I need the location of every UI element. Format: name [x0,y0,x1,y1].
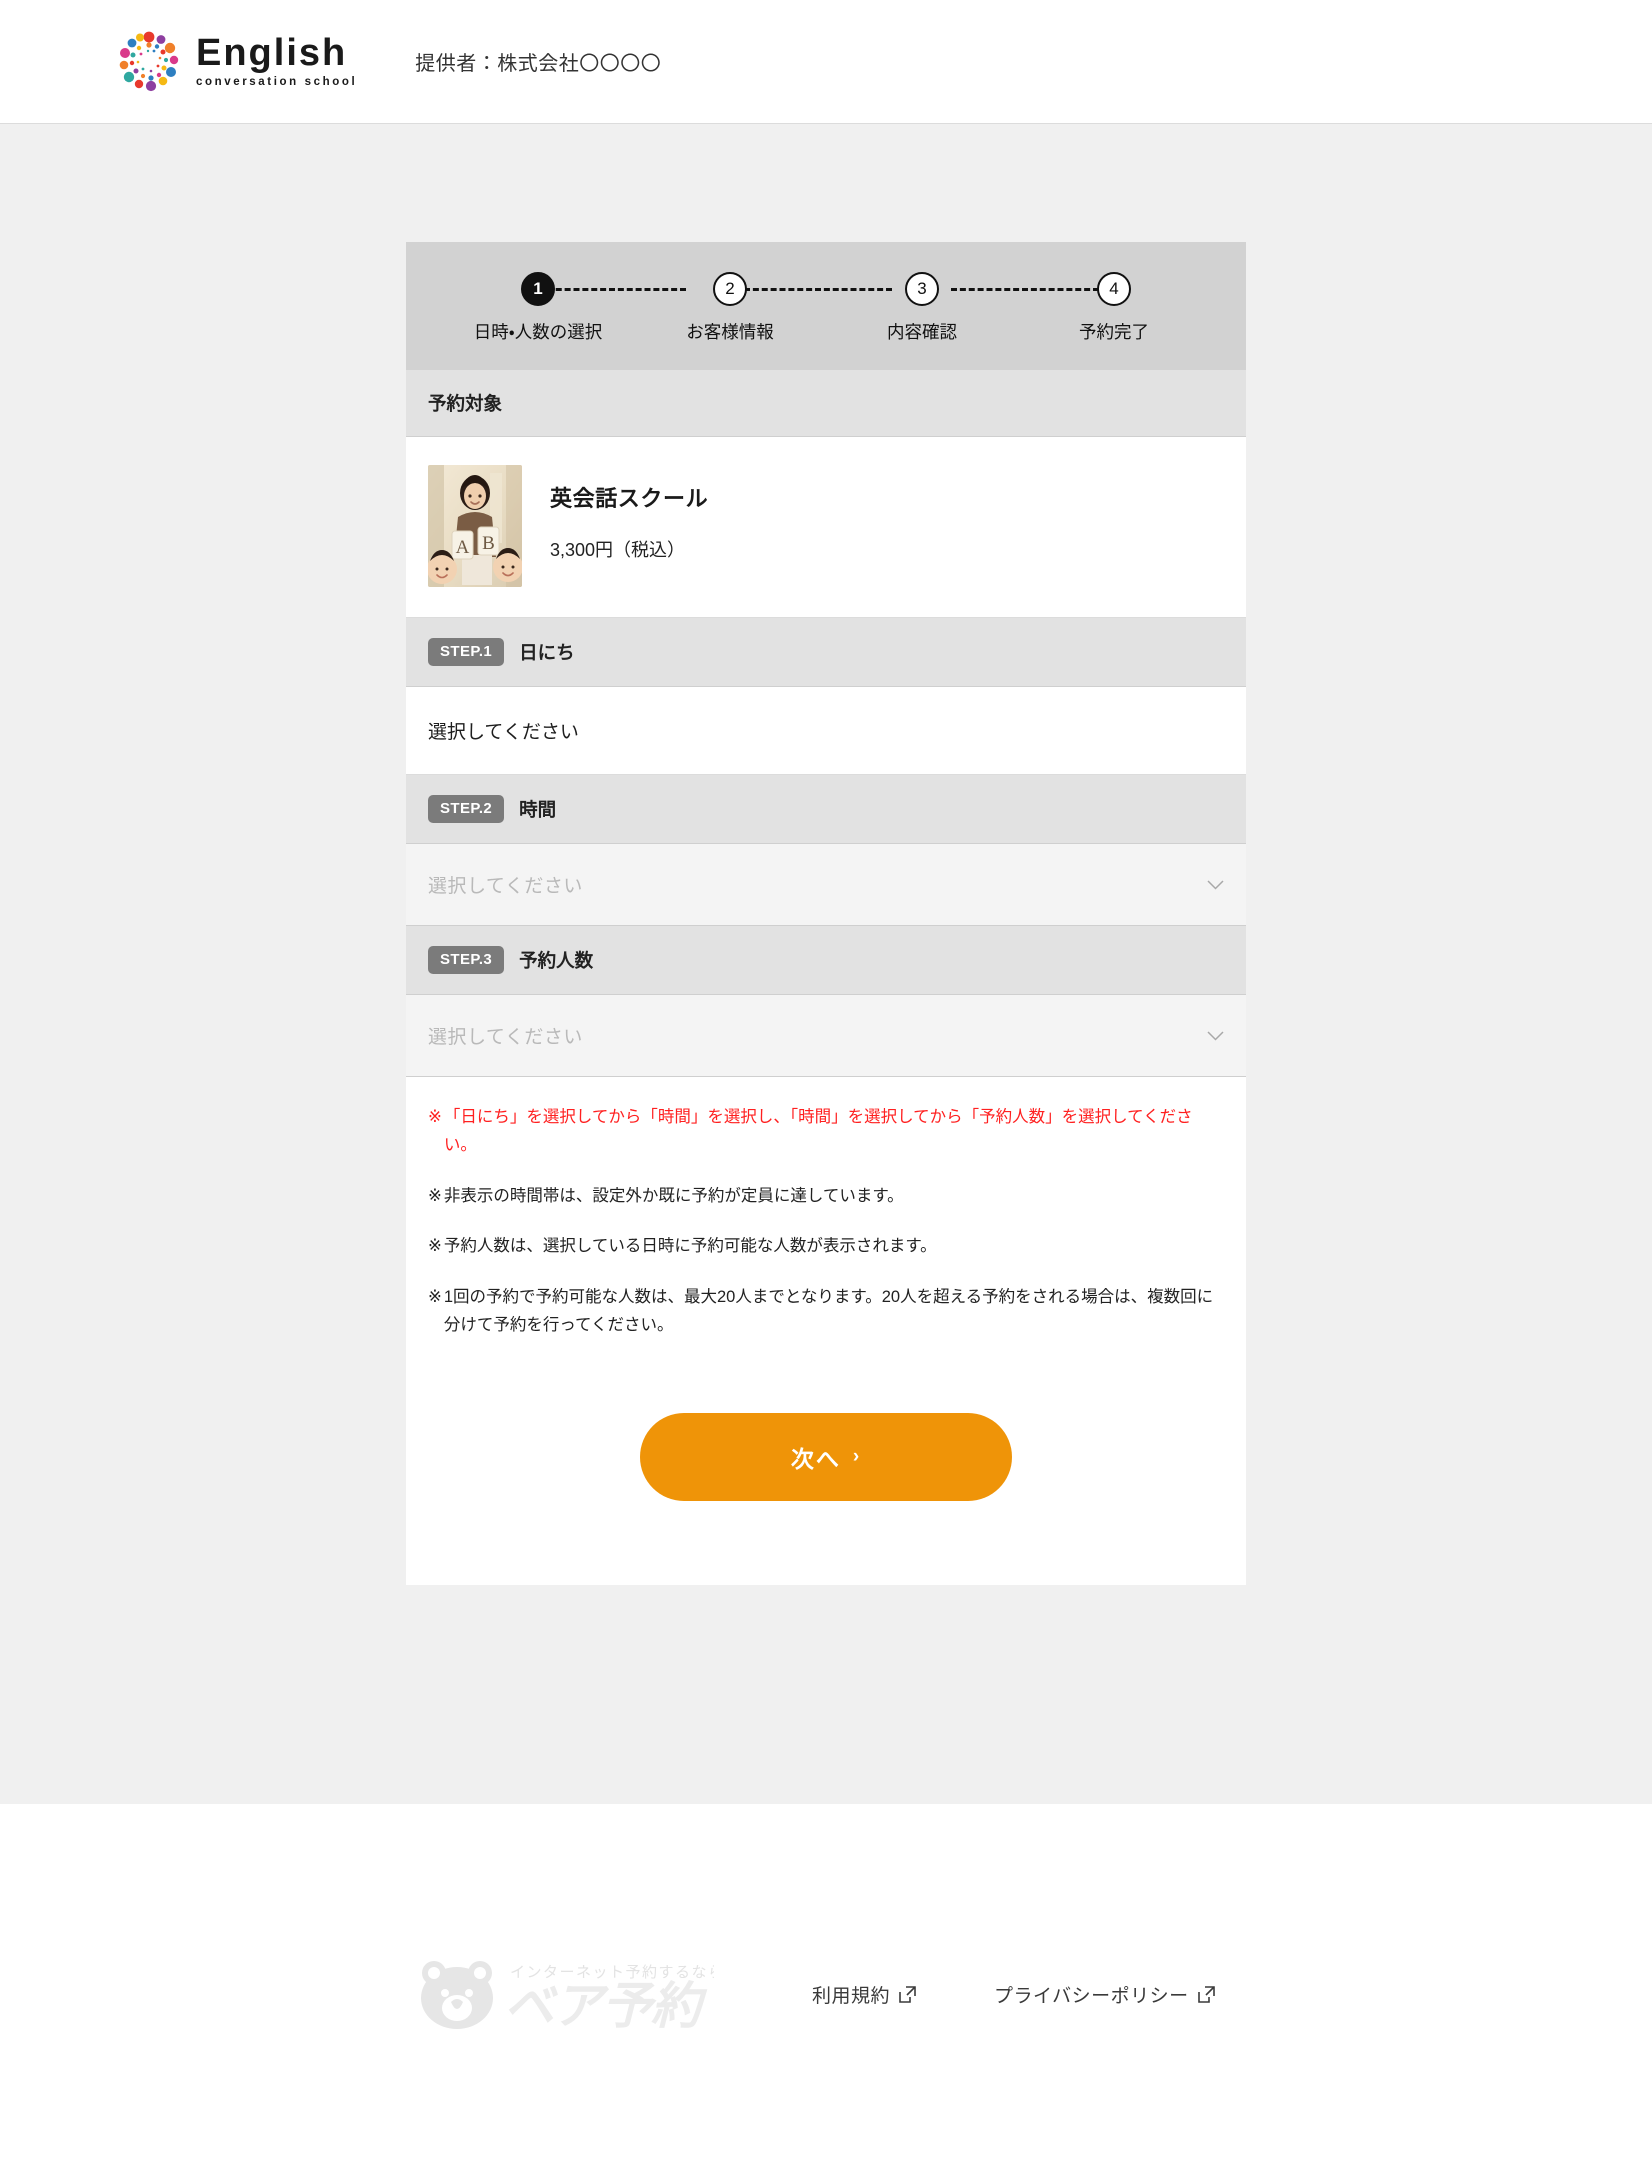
product-thumbnail: A B [428,465,522,587]
svg-text:ベア予約: ベア予約 [504,1978,708,2034]
section-title-date: 日にち [519,642,575,663]
product-name: 英会話スクール [550,486,709,511]
reservation-card: 1 日時・人数の選択 2 お客様情報 3 内容確認 4 予約完了 予約対象 A … [406,242,1246,1586]
next-button-label: 次へ [790,1446,841,1473]
footer-link-privacy-label: プライバシーポリシー [994,1985,1189,2007]
page-body: 1 日時・人数の選択 2 お客様情報 3 内容確認 4 予約完了 予約対象 A … [0,124,1652,1804]
bear-yoyaku-logo[interactable]: インターネット予約するなら ベア予約 [414,1953,714,2035]
brand-name: English [196,32,348,75]
site-header: English conversation school 提供者：株式会社〇〇〇〇 [0,0,1652,124]
stepper-step-2-number: 2 [713,272,747,306]
note-text: 予約人数は、選択している日時に予約可能な人数が表示されます。 [443,1237,937,1256]
time-select-placeholder: 選択してください [428,876,583,897]
svg-text:A: A [456,537,470,558]
stepper-step-1-number: 1 [521,272,555,306]
section-header-time: STEP.2 時間 [406,775,1246,844]
note-item: ※ 非表示の時間帯は、設定外か既に予約が定員に達しています。 [428,1182,1224,1210]
notes-list: ※ 「日にち」を選択してから「時間」を選択し、「時間」を選択してから「予約人数」… [406,1077,1246,1372]
cta-area: 次へ › [406,1371,1246,1586]
chevron-down-icon [1207,1030,1224,1041]
next-button[interactable]: 次へ › [640,1413,1012,1502]
footer-link-terms[interactable]: 利用規約 [812,1981,916,2008]
step-badge-2: STEP.2 [428,795,505,823]
brand-tagline: conversation school [196,76,358,89]
external-link-icon [1197,1985,1215,2003]
brand-logo[interactable]: English conversation school [118,31,357,93]
note-mark: ※ [428,1108,442,1126]
provider-text: 提供者：株式会社〇〇〇〇 [415,53,662,75]
external-link-icon [899,1985,916,2003]
people-select-placeholder: 選択してください [428,1027,583,1048]
progress-stepper: 1 日時・人数の選択 2 お客様情報 3 内容確認 4 予約完了 [406,242,1246,370]
stepper-step-4-number: 4 [1097,272,1131,306]
note-text: 非表示の時間帯は、設定外か既に予約が定員に達しています。 [443,1186,904,1205]
step-badge-1: STEP.1 [428,638,505,666]
site-footer: インターネット予約するなら ベア予約 利用規約 プライバシーポリシー [0,1804,1652,2184]
svg-text:B: B [482,533,495,554]
stepper-step-3-number: 3 [905,272,939,306]
date-field-value: 選択してください [428,722,579,743]
stepper-step-1: 1 日時・人数の選択 [464,272,612,344]
date-field[interactable]: 選択してください [406,687,1246,775]
stepper-step-1-label: 日時・人数の選択 [473,322,603,342]
footer-link-privacy[interactable]: プライバシーポリシー [994,1981,1215,2008]
note-item: ※ 予約人数は、選択している日時に予約可能な人数が表示されます。 [428,1232,1224,1260]
chevron-right-icon: › [852,1446,862,1468]
product-price: 3,300円（税込） [550,540,686,560]
section-header-people: STEP.3 予約人数 [406,926,1246,995]
note-mark: ※ [428,1186,442,1205]
stepper-step-2-label: お客様情報 [686,322,774,342]
step-badge-3: STEP.3 [428,946,505,974]
footer-link-terms-label: 利用規約 [812,1985,891,2007]
note-text: 「日にち」を選択してから「時間」を選択し、「時間」を選択してから「予約人数」を選… [443,1108,1193,1155]
note-mark: ※ [428,1287,442,1306]
stepper-step-2: 2 お客様情報 [656,272,804,344]
time-select[interactable]: 選択してください [406,844,1246,926]
english-circle-dots-icon [118,31,180,93]
stepper-step-3-label: 内容確認 [887,322,957,342]
stepper-step-4-label: 予約完了 [1079,322,1149,342]
section-header-reservation-target: 予約対象 [406,370,1246,437]
section-header-date: STEP.1 日にち [406,618,1246,687]
product-row: A B 英会話スクール 3,300円（税込） [406,437,1246,618]
chevron-down-icon [1207,879,1224,890]
people-select[interactable]: 選択してください [406,995,1246,1077]
note-item: ※ 1回の予約で予約可能な人数は、最大20人までとなります。20人を超える予約を… [428,1283,1224,1340]
stepper-step-3: 3 内容確認 [848,272,996,344]
section-title-time: 時間 [519,799,557,820]
stepper-step-4: 4 予約完了 [1040,272,1188,344]
footer-links: 利用規約 プライバシーポリシー [812,1981,1215,2008]
note-text: 1回の予約で予約可能な人数は、最大20人までとなります。20人を超える予約をされ… [443,1287,1214,1334]
note-item: ※ 「日にち」を選択してから「時間」を選択し、「時間」を選択してから「予約人数」… [428,1103,1224,1160]
section-title-reservation-target: 予約対象 [428,393,503,414]
note-mark: ※ [428,1237,442,1256]
section-title-people: 予約人数 [519,950,594,971]
